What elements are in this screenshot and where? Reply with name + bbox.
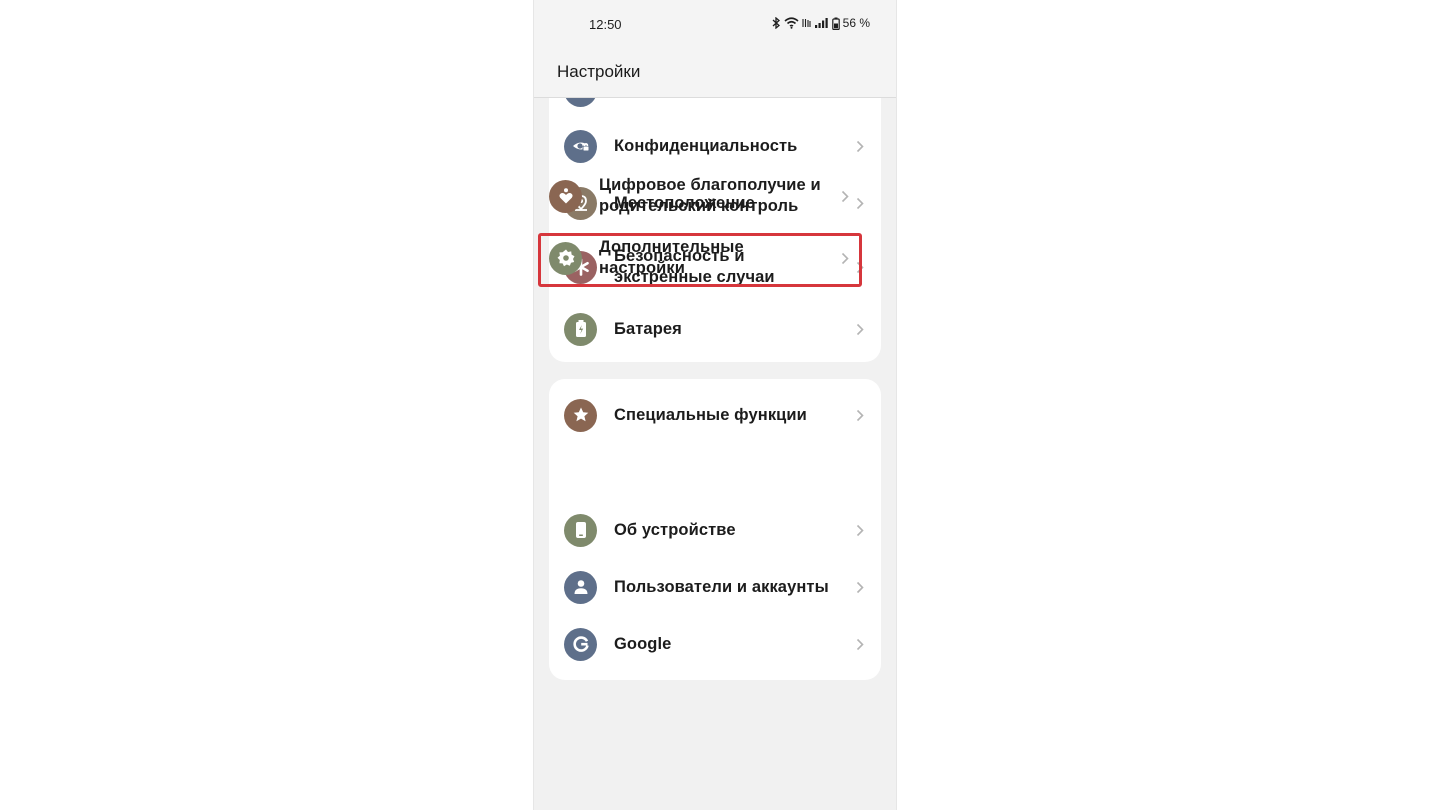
signal-icon: [814, 17, 829, 29]
wifi-icon: [784, 17, 799, 29]
settings-item-google[interactable]: Google: [549, 616, 881, 672]
settings-item-label: Батарея: [614, 319, 682, 338]
chevron-right-icon: [853, 408, 867, 422]
wellbeing-heart-icon: [549, 179, 582, 213]
chevron-right-icon: [838, 189, 852, 203]
settings-group-about: Об устройстве Пользователи и аккаунты Go…: [549, 494, 881, 680]
chevron-right-icon: [853, 637, 867, 651]
status-bar: 12:50 56 %: [534, 0, 896, 48]
settings-item-label: Google: [614, 634, 672, 653]
gear-icon: [549, 241, 582, 275]
settings-item-label: Специальные функции: [614, 405, 807, 424]
settings-item-label: Пользователи и аккаунты: [614, 577, 829, 596]
mobile-data-icon: [802, 17, 811, 29]
user-account-icon: [564, 570, 597, 604]
page-title: Настройки: [557, 62, 641, 81]
settings-item-label: Об устройстве: [614, 520, 736, 539]
chevron-right-icon: [853, 139, 867, 153]
accessibility-star-icon: [564, 398, 597, 432]
google-g-icon: [564, 627, 597, 661]
settings-item-label: Цифровое благополучие и родительский кон…: [599, 176, 821, 215]
settings-item-digital-wellbeing[interactable]: Цифровое благополучие и родительский кон…: [534, 162, 866, 230]
phone-screen: 12:50 56 % Настройки Конфиденциальность …: [533, 0, 897, 810]
settings-item-label: Дополнительные настройки: [599, 238, 744, 277]
bluetooth-icon: [771, 17, 781, 29]
settings-item-accessibility[interactable]: Специальные функции: [549, 387, 881, 443]
settings-item-battery[interactable]: Батарея: [549, 301, 881, 357]
chevron-right-icon: [853, 580, 867, 594]
settings-item-label: Конфиденциальность: [614, 136, 798, 155]
partially-hidden-item-icon: [564, 98, 597, 107]
battery-icon: [564, 312, 597, 346]
app-bar: Настройки: [534, 48, 896, 98]
status-icons: 56 %: [771, 16, 870, 30]
settings-item-users-accounts[interactable]: Пользователи и аккаунты: [549, 559, 881, 615]
status-time: 12:50: [589, 17, 622, 32]
battery-status-icon: [831, 17, 840, 30]
battery-percent: 56 %: [842, 16, 870, 30]
privacy-eye-lock-icon: [564, 129, 597, 163]
settings-item-about-device[interactable]: Об устройстве: [549, 502, 881, 558]
chevron-right-icon: [838, 251, 852, 265]
chevron-right-icon: [853, 322, 867, 336]
settings-item-additional-settings[interactable]: Дополнительные настройки: [534, 230, 866, 286]
chevron-right-icon: [853, 523, 867, 537]
settings-list[interactable]: Конфиденциальность Местоположение Безопа…: [534, 98, 896, 810]
device-phone-icon: [564, 513, 597, 547]
